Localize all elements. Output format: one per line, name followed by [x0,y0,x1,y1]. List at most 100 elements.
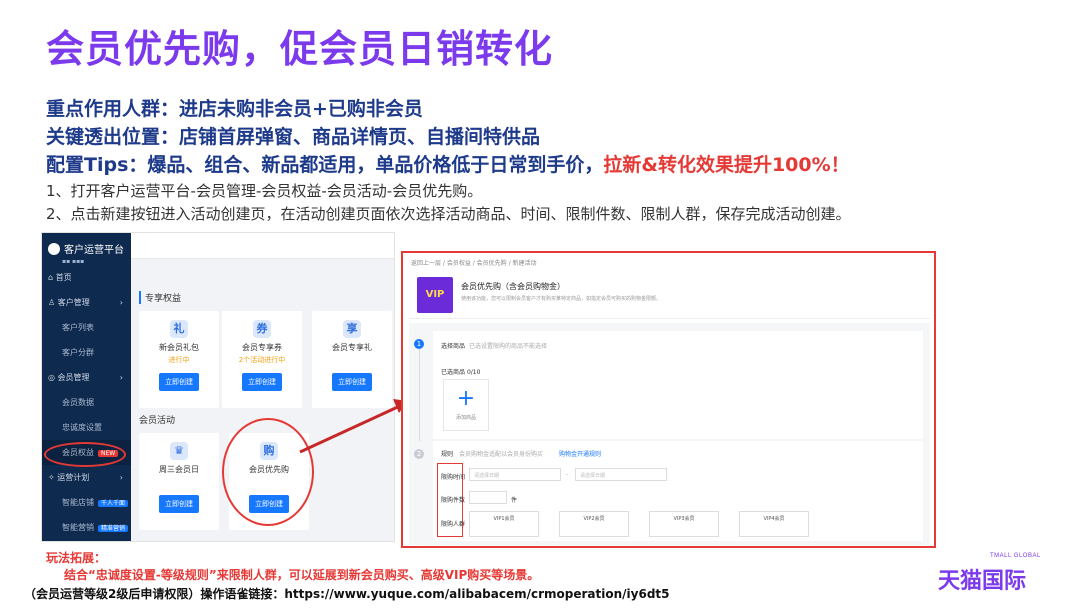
sidebar-item[interactable]: 客户列表 [42,315,131,340]
select-product-section: 选择商品 已选设置限购的商品不能选择 已选商品 0/10 + 添加商品 [433,331,923,439]
card-status [139,477,219,487]
rules-label: 规则 [441,451,454,458]
crm-logo-icon [48,242,60,255]
limit-count-unit: 件 [511,497,518,504]
crm-brand: 客户运营平台 [42,233,131,258]
breadcrumb[interactable]: 返回上一层 / 会员权益 / 会员优先购 / 新建活动 [403,253,934,269]
activity-title: 会员优先购（含会员购物金） [461,282,565,291]
benefit-card: ♛ 周三会员日立即创建 [139,433,219,530]
step-1-marker: 1 [414,339,424,349]
sidebar-item[interactable]: ♙ 客户管理 › [42,290,131,315]
sidebar-item[interactable]: 智能店铺 千人千面 [42,490,131,515]
user-icon: ♙ [48,298,58,307]
exposure-position-heading: 关键透出位置：店铺首屏弹窗、商品详情页、自播间特供品 [46,126,541,148]
config-tips-highlight: 拉新&转化效果提升100%！ [603,154,850,176]
create-now-button[interactable]: 立即创建 [332,373,372,391]
card-name: 会员专享礼 [332,343,372,352]
chevron-right-icon: › [119,473,123,482]
section-exclusive-rights: 专享权益 [139,291,181,304]
member-level-card[interactable]: VIP3会员 [649,511,719,537]
sidebar-item-label: 智能店铺 [62,498,94,507]
crm-screenshot: 客户运营平台 ▪▪ ▪▪▪ ⌂ 首页 ♙ 客户管理 › 客户列表 客户分群 ◎ 会员管理 ›… [41,232,395,542]
limit-crowd-label: 限购人群 [441,521,466,528]
purchase-gold-rules-link[interactable]: 购物金开通规则 [559,449,601,458]
activity-form: 1 选择商品 已选设置限购的商品不能选择 已选商品 0/10 + 添加商品 2 … [409,323,930,545]
card-name: 会员专享券 [242,343,282,352]
sidebar-item[interactable]: ⌂ 首页 [42,265,131,290]
benefit-card: 礼新会员礼包进行中立即创建 [139,311,219,408]
sidebar-item[interactable]: ✧ 运营计划 › [42,465,131,490]
rules-section: 规则 会员购物金适配以会员身份购买 购物金开通规则 限购时间 请选择日期 - 请… [433,441,923,541]
plus-icon: + [456,386,476,411]
sidebar-item-label: 客户列表 [62,323,94,332]
card-name: 新会员礼包 [159,343,199,352]
sidebar-item-label: 会员数据 [62,398,94,407]
sidebar-badge: 千人千面 [98,500,129,507]
enjoy-icon: 享 [343,320,361,338]
activity-create-panel: 返回上一层 / 会员权益 / 会员优先购 / 新建活动 VIP 会员优先购（含会… [401,251,936,548]
crm-sidebar: 客户运营平台 ▪▪ ▪▪▪ ⌂ 首页 ♙ 客户管理 › 客户列表 客户分群 ◎ 会员管理 ›… [42,233,131,541]
sidebar-item[interactable]: 会员数据 [42,390,131,415]
member-icon: ◎ [48,373,58,382]
start-date-input[interactable]: 请选择日期 [469,468,561,481]
limit-count-label: 限购件数 [441,497,466,504]
add-product-label: 添加商品 [455,415,476,421]
sidebar-item-label: 客户分群 [62,348,94,357]
sidebar-highlight-circle [44,442,126,467]
limit-time-label: 限购时间 [441,474,466,481]
activity-desc: 使用该功能，您可以限制会员客户才有购买某特定商品，如指定会员可购买的购物金限额。 [461,296,662,302]
sidebar-item[interactable]: 忠诚度设置 [42,415,131,440]
home-icon: ⌂ [48,273,56,282]
card-status [312,355,392,365]
target-audience-heading: 重点作用人群：进店未购非会员+已购非会员 [46,98,423,120]
create-now-button[interactable]: 立即创建 [242,373,282,391]
add-product-button[interactable]: + 添加商品 [443,379,489,431]
sidebar-item-label: 会员管理 [57,373,90,382]
brand-logo: 天猫国际 [938,569,1027,594]
crm-brand-label: 客户运营平台 [64,245,124,256]
selected-products-label: 已选商品 0/10 [441,369,481,376]
member-level-card[interactable]: VIP2会员 [559,511,629,537]
rules-hint: 会员购物金适配以会员身份购买 [459,451,544,458]
sidebar-item[interactable]: 客户分群 [42,340,131,365]
member-level-card[interactable]: VIP1会员 [469,511,539,537]
select-product-label: 选择商品 [441,343,466,350]
sidebar-item-label: 忠诚度设置 [62,423,102,432]
section-member-activities: 会员活动 [139,416,176,426]
end-date-input[interactable]: 请选择日期 [575,468,667,481]
crm-topbar [131,233,394,259]
coupon-icon: 券 [253,320,271,338]
operation-link[interactable]: （会员运营等级2级后申请权限）操作语雀链接：https://www.yuque.… [24,585,670,602]
sidebar-item[interactable]: ◎ 会员管理 › [42,365,131,390]
date-separator: - [566,471,569,478]
vip-bag-icon: VIP [417,277,453,313]
benefit-card: 享会员专享礼立即创建 [312,311,392,408]
create-now-button[interactable]: 立即创建 [159,373,199,391]
limit-count-input[interactable] [469,491,507,504]
card-status: 2个活动进行中 [238,356,286,364]
create-now-button[interactable]: 立即创建 [159,495,199,513]
extension-text: 结合“忠诚度设置-等级规则”来限制人群，可以延展到新会员购买、高级VIP购买等场… [64,568,540,582]
extension-title: 玩法拓展： [46,551,107,565]
sidebar-item-label: 运营计划 [57,473,90,482]
config-tips-heading: 配置Tips：爆品、组合、新品都适用，单品价格低于日常到手价，拉新&转化效果提升… [46,150,850,177]
step-one-text: 1、打开客户运营平台-会员管理-会员权益-会员活动-会员优先购。 [46,182,483,200]
sidebar-item-label: 客户管理 [57,298,90,307]
gift-icon: 礼 [170,320,188,338]
step-two-text: 2、点击新建按钮进入活动创建页，在活动创建页面依次选择活动商品、时间、限制件数、… [46,205,851,223]
select-product-hint: 已选设置限购的商品不能选择 [469,343,548,350]
member-level-card[interactable]: VIP4会员 [739,511,809,537]
activity-header: VIP 会员优先购（含会员购物金） 使用该功能，您可以限制会员客户才有购买某特定… [409,271,930,319]
card-name: 周三会员日 [159,465,199,474]
sidebar-item-label: 首页 [55,273,72,282]
brand-english: TMALL GLOBAL [990,553,1041,559]
card-highlight-circle [222,418,314,526]
sidebar-item[interactable]: 智能营销 精准营销 [42,515,131,540]
card-status: 进行中 [168,356,190,364]
sidebar-badge: 精准营销 [98,525,129,532]
bulb-icon: ✧ [48,473,58,482]
chevron-right-icon: › [119,373,123,382]
sidebar-item-label: 智能营销 [62,523,94,532]
slide-title: 会员优先购，促会员日销转化 [46,27,554,71]
crown-icon: ♛ [170,442,188,460]
